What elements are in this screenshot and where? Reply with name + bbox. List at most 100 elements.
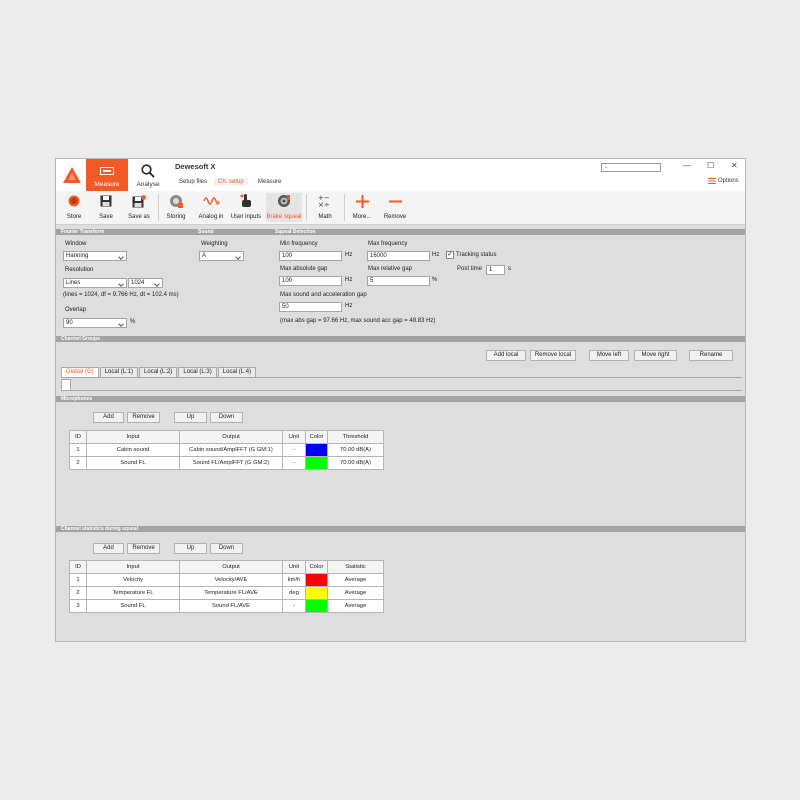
stat-remove-button[interactable]: Remove: [127, 543, 160, 554]
tab-local-3[interactable]: Local (L:3): [178, 367, 217, 377]
storing-button[interactable]: Storing: [160, 193, 192, 222]
cell-input[interactable]: Cabin sound: [86, 443, 180, 457]
rename-button[interactable]: Rename: [689, 350, 733, 361]
math-button[interactable]: +− ×÷ Math: [309, 193, 341, 222]
table-row[interactable]: 2 Temperature FL Temperature FL/AVE deg …: [69, 586, 384, 600]
stat-down-button[interactable]: Down: [210, 543, 243, 554]
storing-label: Storing: [166, 214, 186, 220]
col-unit: Unit: [282, 560, 306, 574]
cell-output[interactable]: Sound FL/AVE: [179, 599, 283, 613]
tab-setup-files[interactable]: Setup files: [175, 178, 211, 186]
max-relative-gap-input[interactable]: 5: [367, 276, 430, 286]
save-button[interactable]: Save: [90, 193, 122, 222]
analog-in-button[interactable]: Analog in: [195, 193, 227, 222]
max-relative-gap-label: Max relative gap: [368, 266, 413, 272]
cell-input[interactable]: Sound FL: [86, 599, 180, 613]
table-row[interactable]: 3 Sound FL Sound FL/AVE - Average: [69, 599, 384, 613]
cell-threshold[interactable]: 70.00 dB(A): [327, 456, 384, 470]
resolution-mode-select[interactable]: Lines: [63, 278, 127, 288]
remove-label: Remove: [383, 214, 407, 220]
brake-squeal-button[interactable]: Brake squeal: [266, 193, 302, 222]
mic-add-button[interactable]: Add: [93, 412, 124, 423]
fourier-header: Fourier Transform: [56, 229, 193, 235]
minimize-button[interactable]: —: [683, 161, 691, 170]
post-time-input[interactable]: 1: [486, 265, 505, 275]
max-frequency-input[interactable]: 16000: [367, 251, 430, 261]
weighting-select[interactable]: A: [199, 251, 244, 261]
nav-measure-button[interactable]: Measure: [86, 159, 128, 191]
svg-text:×÷: ×÷: [318, 201, 330, 208]
more-button[interactable]: More...: [346, 193, 378, 222]
table-row[interactable]: 2 Sound FL Sound FL/AmplFFT (G GM:2) - 7…: [69, 456, 384, 470]
move-right-button[interactable]: Move right: [634, 350, 677, 361]
mic-down-button[interactable]: Down: [210, 412, 243, 423]
cell-input[interactable]: Temperature FL: [86, 586, 180, 600]
mic-remove-button[interactable]: Remove: [127, 412, 160, 423]
table-row[interactable]: 1 Cabin sound Cabin sound/AmplFFT (G GM:…: [69, 443, 384, 457]
window-select[interactable]: -: [601, 163, 661, 172]
remove-button[interactable]: Remove: [379, 193, 411, 222]
cell-color-swatch[interactable]: [305, 456, 328, 470]
user-inputs-button[interactable]: User inputs: [230, 193, 262, 222]
cell-input[interactable]: Sound FL: [86, 456, 180, 470]
cell-color-swatch[interactable]: [305, 599, 328, 613]
cell-input[interactable]: Velocity: [86, 573, 180, 587]
cell-output[interactable]: Sound FL/AmplFFT (G GM:2): [179, 456, 283, 470]
cell-unit[interactable]: deg: [282, 586, 306, 600]
tab-local-1[interactable]: Local (L:1): [99, 367, 139, 377]
resolution-value-select[interactable]: 1024: [128, 278, 163, 288]
analog-in-label: Analog in: [198, 214, 224, 220]
nav-analyse-button[interactable]: Analyse: [130, 159, 166, 191]
tracking-status-checkbox[interactable]: ✓: [446, 251, 454, 259]
add-local-button[interactable]: Add local: [486, 350, 526, 361]
maximize-button[interactable]: ☐: [707, 161, 714, 170]
stat-add-button[interactable]: Add: [93, 543, 124, 554]
cell-unit[interactable]: -: [282, 456, 306, 470]
cell-unit[interactable]: km/h: [282, 573, 306, 587]
store-button[interactable]: Store: [58, 193, 90, 222]
max-absolute-gap-label: Max absolute gap: [280, 266, 328, 272]
more-label: More...: [352, 214, 372, 220]
storing-icon: [170, 195, 183, 208]
stat-up-button[interactable]: Up: [174, 543, 207, 554]
min-frequency-label: Min frequency: [280, 241, 318, 247]
close-button[interactable]: ✕: [731, 161, 738, 170]
mic-up-button[interactable]: Up: [174, 412, 207, 423]
tab-ch-setup[interactable]: Ch. setup: [214, 178, 248, 186]
move-left-button[interactable]: Move left: [589, 350, 629, 361]
cell-unit[interactable]: -: [282, 599, 306, 613]
tab-global[interactable]: Global (G): [61, 367, 99, 377]
cell-color-swatch[interactable]: [305, 443, 328, 457]
tab-local-4[interactable]: Local (L:4): [217, 367, 257, 377]
options-button[interactable]: Options: [708, 178, 739, 184]
remove-local-button[interactable]: Remove local: [530, 350, 576, 361]
tab-local-2[interactable]: Local (L:2): [139, 367, 178, 377]
cell-output[interactable]: Cabin sound/AmplFFT (G GM:1): [179, 443, 283, 457]
cell-output[interactable]: Temperature FL/AVE: [179, 586, 283, 600]
max-sound-acc-gap-input[interactable]: 50: [279, 302, 342, 312]
max-absolute-gap-input[interactable]: 100: [279, 276, 342, 286]
table-row[interactable]: 1 Velocity Velocity/AVE km/h Average: [69, 573, 384, 587]
cell-color-swatch[interactable]: [305, 573, 328, 587]
window-select[interactable]: Hanning: [63, 251, 127, 261]
tab-measure[interactable]: Measure: [254, 178, 285, 186]
overlap-select[interactable]: 90: [63, 318, 127, 328]
cell-statistic[interactable]: Average: [327, 586, 384, 600]
col-id: ID: [69, 560, 87, 574]
nav-measure-label: Measure: [94, 181, 120, 188]
col-input: Input: [86, 430, 180, 444]
post-time-unit: s: [508, 266, 511, 272]
cell-threshold[interactable]: 70.00 dB(A): [327, 443, 384, 457]
cell-color-swatch[interactable]: [305, 586, 328, 600]
cell-id: 1: [69, 573, 87, 587]
cell-statistic[interactable]: Average: [327, 573, 384, 587]
hand-pointer-icon: [240, 194, 251, 207]
save-as-button[interactable]: Save as: [123, 193, 155, 222]
resolution-label: Resolution: [65, 267, 94, 273]
cell-statistic[interactable]: Average: [327, 599, 384, 613]
col-color: Color: [305, 430, 328, 444]
cell-output[interactable]: Velocity/AVE: [179, 573, 283, 587]
min-frequency-input[interactable]: 100: [279, 251, 342, 261]
minus-icon: [388, 200, 402, 202]
cell-unit[interactable]: -: [282, 443, 306, 457]
